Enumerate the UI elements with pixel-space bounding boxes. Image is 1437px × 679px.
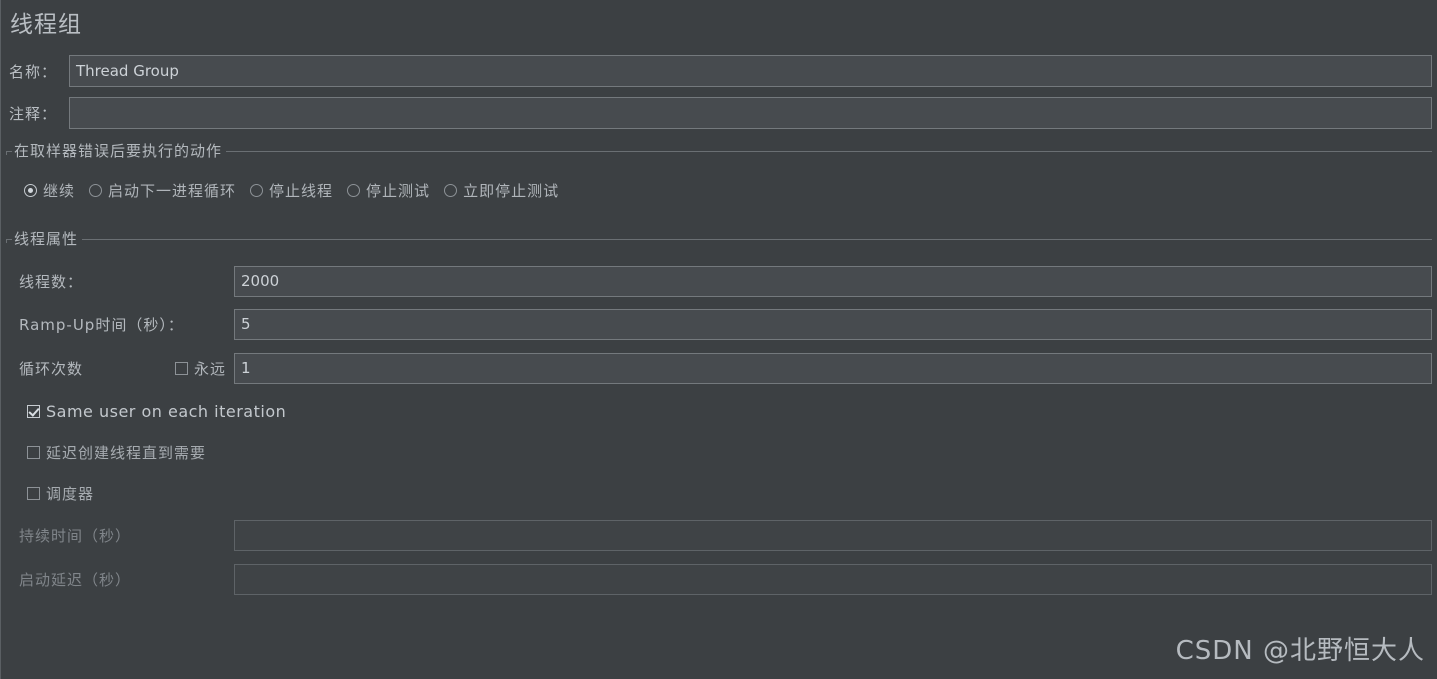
page-title: 线程组 bbox=[10, 12, 82, 38]
checkbox-checked-icon bbox=[27, 404, 40, 418]
watermark-text: CSDN @北野恒大人 bbox=[1175, 636, 1425, 666]
radio-unselected-icon bbox=[347, 183, 361, 197]
comment-label: 注释： bbox=[9, 104, 58, 123]
same-user-checkbox[interactable]: Same user on each iteration bbox=[27, 399, 286, 423]
radio-option-start-next-loop[interactable]: 启动下一进程循环 bbox=[89, 180, 236, 201]
rampup-input[interactable]: 5 bbox=[234, 308, 1432, 340]
checkbox-unchecked-icon bbox=[174, 361, 188, 375]
rampup-row: Ramp-Up时间（秒）： 5 bbox=[1, 308, 1432, 340]
radio-option-label: 停止测试 bbox=[366, 181, 431, 200]
group-border-tick bbox=[6, 239, 7, 243]
threads-input[interactable]: 2000 bbox=[234, 265, 1432, 297]
radio-option-stop-thread[interactable]: 停止线程 bbox=[250, 180, 333, 201]
radio-option-label: 继续 bbox=[43, 181, 76, 200]
radio-option-label: 立即停止测试 bbox=[463, 181, 560, 200]
comment-row: 注释： bbox=[1, 96, 1437, 130]
radio-option-label: 停止线程 bbox=[269, 181, 334, 200]
loop-count-label: 循环次数 bbox=[19, 359, 84, 378]
duration-row: 持续时间（秒） bbox=[1, 519, 1432, 551]
startup-delay-input bbox=[234, 563, 1432, 595]
threads-label: 线程数： bbox=[19, 272, 84, 291]
delay-thread-creation-label: 延迟创建线程直到需要 bbox=[46, 443, 207, 462]
scheduler-label: 调度器 bbox=[46, 484, 95, 503]
group-border-line bbox=[6, 239, 1432, 240]
forever-checkbox[interactable]: 永远 bbox=[174, 358, 234, 379]
delay-thread-creation-checkbox[interactable]: 延迟创建线程直到需要 bbox=[27, 440, 206, 464]
radio-option-stop-test[interactable]: 停止测试 bbox=[347, 180, 430, 201]
error-action-group-title: 在取样器错误后要执行的动作 bbox=[12, 140, 227, 161]
thread-properties-group-header: 线程属性 bbox=[6, 228, 1432, 250]
startup-delay-label: 启动延迟（秒） bbox=[19, 570, 132, 589]
name-label: 名称： bbox=[9, 62, 58, 81]
error-action-radio-row: 继续 启动下一进程循环 停止线程 停止测试 立即停止测试 bbox=[6, 176, 1432, 204]
scheduler-checkbox[interactable]: 调度器 bbox=[27, 481, 94, 505]
forever-label: 永远 bbox=[193, 359, 226, 378]
thread-properties-group: 线程属性 bbox=[6, 228, 1432, 250]
same-user-label: Same user on each iteration bbox=[46, 401, 287, 421]
radio-unselected-icon bbox=[89, 183, 103, 197]
error-action-group-header: 在取样器错误后要执行的动作 bbox=[6, 140, 1432, 162]
duration-label: 持续时间（秒） bbox=[19, 526, 132, 545]
rampup-label: Ramp-Up时间（秒）： bbox=[19, 315, 184, 334]
loop-count-row: 循环次数 永远 1 bbox=[1, 352, 1432, 384]
radio-selected-icon bbox=[24, 183, 37, 197]
radio-option-label: 启动下一进程循环 bbox=[108, 181, 237, 200]
radio-option-continue[interactable]: 继续 bbox=[24, 180, 75, 201]
radio-unselected-icon bbox=[250, 183, 264, 197]
comment-input[interactable] bbox=[69, 97, 1432, 129]
name-row: 名称： Thread Group bbox=[1, 54, 1437, 88]
name-input[interactable]: Thread Group bbox=[69, 55, 1432, 87]
duration-input bbox=[234, 519, 1432, 551]
thread-properties-group-title: 线程属性 bbox=[12, 228, 83, 249]
checkbox-unchecked-icon bbox=[27, 486, 40, 500]
error-action-group: 在取样器错误后要执行的动作 继续 启动下一进程循环 停止线程 停止测试 立即停止… bbox=[6, 140, 1432, 204]
startup-delay-row: 启动延迟（秒） bbox=[1, 563, 1432, 595]
group-border-tick bbox=[6, 151, 7, 155]
threads-row: 线程数： 2000 bbox=[1, 265, 1432, 297]
radio-unselected-icon bbox=[444, 183, 458, 197]
loop-count-label-wrap: 循环次数 永远 bbox=[1, 358, 234, 379]
radio-option-stop-test-now[interactable]: 立即停止测试 bbox=[444, 180, 559, 201]
thread-group-panel: 线程组 名称： Thread Group 注释： 在取样器错误后要执行的动作 继… bbox=[0, 0, 1437, 679]
loop-count-input[interactable]: 1 bbox=[234, 352, 1432, 384]
checkbox-unchecked-icon bbox=[27, 445, 40, 459]
